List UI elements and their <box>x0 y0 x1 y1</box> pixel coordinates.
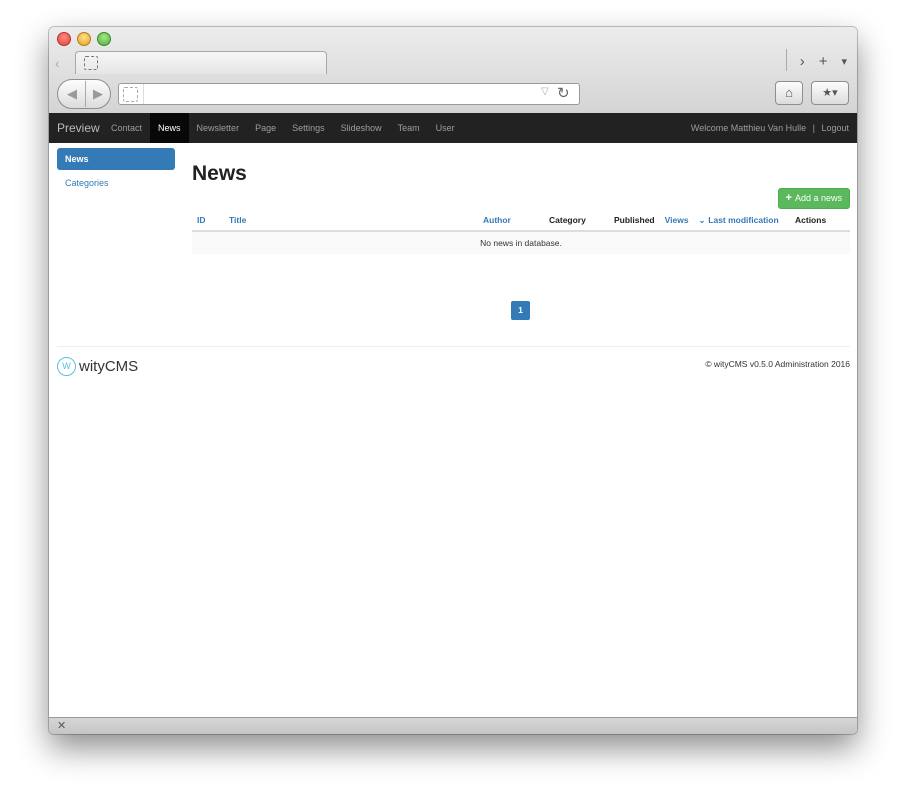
home-icon[interactable]: ⌂ <box>775 81 803 105</box>
pagination-page-1[interactable]: 1 <box>511 301 530 320</box>
column-header-id[interactable]: ID <box>192 210 224 232</box>
column-header-actions: Actions <box>790 210 850 232</box>
empty-message: No news in database. <box>192 231 850 254</box>
add-news-button[interactable]: + Add a news <box>777 188 850 209</box>
sidebar-item-categories[interactable]: Categories <box>57 172 175 194</box>
column-header-author[interactable]: Author <box>478 210 544 232</box>
reload-icon[interactable]: ↻ <box>557 84 570 102</box>
copyright-text: © wityCMS v0.5.0 Administration 2016 <box>705 359 850 369</box>
back-icon[interactable]: ◀ <box>59 81 86 107</box>
footer-divider <box>57 346 850 347</box>
nav-item-user[interactable]: User <box>428 113 463 143</box>
nav-item-team[interactable]: Team <box>390 113 428 143</box>
sidebar-item-news[interactable]: News <box>57 148 175 170</box>
nav-item-newsletter[interactable]: Newsletter <box>189 113 248 143</box>
column-header-category: Category <box>544 210 609 232</box>
column-header-published: Published <box>609 210 660 232</box>
window-maximize-button[interactable] <box>97 32 111 46</box>
column-header-last-modification[interactable]: ⌄ Last modification <box>693 210 790 232</box>
tab-menu-icon[interactable]: ▾ <box>841 53 847 71</box>
browser-toolbar: ◀ ▶ ▽ ↻ ⌂ ★▾ <box>49 77 857 113</box>
nav-item-settings[interactable]: Settings <box>284 113 333 143</box>
new-tab-icon[interactable]: + <box>819 53 828 71</box>
address-bar[interactable]: ▽ ↻ <box>118 83 580 105</box>
column-header-title[interactable]: Title <box>224 210 478 232</box>
add-news-label: Add a news <box>794 193 842 203</box>
sidebar: News Categories <box>57 148 175 196</box>
window-minimize-button[interactable] <box>77 32 91 46</box>
nav-item-page[interactable]: Page <box>247 113 284 143</box>
address-divider <box>143 84 144 104</box>
footer-logo: W wityCMS <box>57 357 138 376</box>
logout-link[interactable]: Logout <box>821 123 849 133</box>
table-header-row: ID Title Author Category Published Views… <box>192 210 850 232</box>
table-row: No news in database. <box>192 231 850 254</box>
wity-logo-icon: W <box>57 357 76 376</box>
navbar-separator: | <box>812 123 815 133</box>
close-icon[interactable]: ✕ <box>57 719 66 732</box>
admin-navbar: Preview Contact News Newsletter Page Set… <box>49 113 857 143</box>
tab-scroll-right-icon[interactable]: › <box>800 53 805 71</box>
logo-text: wityCMS <box>79 358 139 375</box>
forward-icon[interactable]: ▶ <box>87 81 109 107</box>
browser-window: ‹ › + ▾ ◀ ▶ ▽ ↻ ⌂ ★▾ Preview Contact New… <box>49 27 857 734</box>
window-close-button[interactable] <box>57 32 71 46</box>
last-modification-label: Last modification <box>708 215 779 225</box>
bookmark-icon[interactable]: ★▾ <box>811 81 849 105</box>
favicon-icon <box>84 56 98 70</box>
tabbar-divider <box>785 49 787 71</box>
browser-tab[interactable] <box>75 51 327 74</box>
column-header-views[interactable]: Views <box>659 210 694 232</box>
welcome-text[interactable]: Welcome Matthieu Van Hulle <box>691 123 806 133</box>
sort-desc-icon: ⌄ <box>698 216 706 225</box>
page-content: Preview Contact News Newsletter Page Set… <box>49 113 857 717</box>
navbar-brand[interactable]: Preview <box>57 121 100 135</box>
page-title: News <box>192 162 247 185</box>
browser-chrome: ‹ › + ▾ ◀ ▶ ▽ ↻ ⌂ ★▾ <box>49 27 857 114</box>
news-table: ID Title Author Category Published Views… <box>192 210 850 254</box>
tabbar-controls: › + ▾ <box>785 49 847 71</box>
browser-statusbar: ✕ <box>49 717 857 734</box>
nav-item-slideshow[interactable]: Slideshow <box>333 113 390 143</box>
nav-buttons: ◀ ▶ <box>57 79 111 109</box>
address-favicon-icon <box>123 87 138 102</box>
nav-item-news[interactable]: News <box>150 113 189 143</box>
plus-icon: + <box>785 192 792 204</box>
address-dropdown-icon[interactable]: ▽ <box>541 86 549 97</box>
nav-item-contact[interactable]: Contact <box>103 113 150 143</box>
navbar-user-area: Welcome Matthieu Van Hulle | Logout <box>691 113 849 143</box>
tab-scroll-left-icon[interactable]: ‹ <box>55 55 60 71</box>
navbar-menu: Contact News Newsletter Page Settings Sl… <box>103 113 463 143</box>
